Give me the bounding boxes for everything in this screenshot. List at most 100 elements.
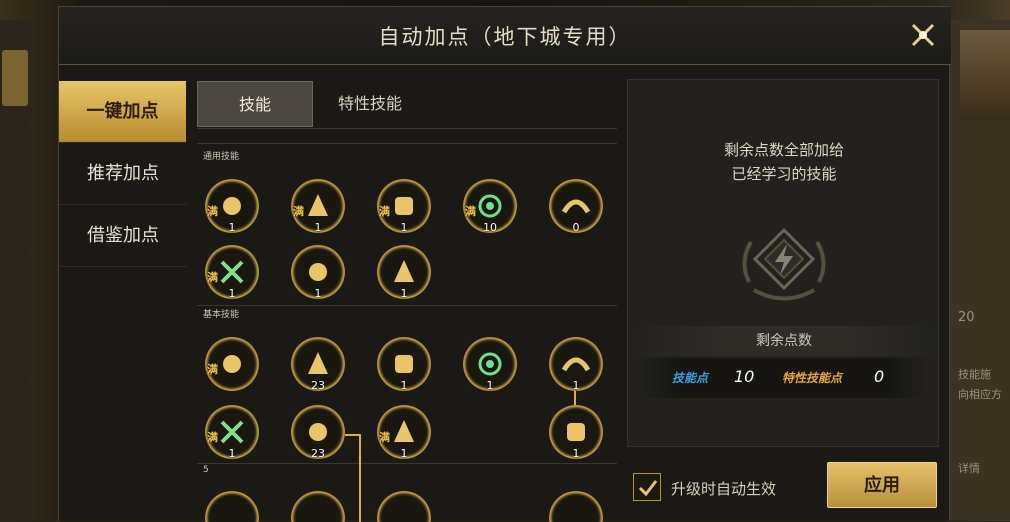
background-character-art xyxy=(960,30,1010,120)
skill-points-value: 10 xyxy=(734,367,755,386)
background-right-panel: 20 技能施 向相应方 详情 xyxy=(950,20,1010,520)
section-label-basic: 基本技能 xyxy=(203,310,240,320)
skill-link-line xyxy=(359,434,361,522)
skill-art-icon xyxy=(308,352,328,374)
skill-icon-partial[interactable] xyxy=(205,491,259,522)
panel-description-line: 剩余点数全部加给 xyxy=(723,141,844,159)
basic-skill-icon[interactable]: 1 xyxy=(549,405,603,460)
general-skill-icon[interactable]: 满1 xyxy=(377,179,431,234)
remaining-points-row: 技能点 10 特性技能点 0 xyxy=(638,358,928,398)
apply-button[interactable]: 应用 xyxy=(827,462,937,508)
nav-item-recommended[interactable]: 推荐加点 xyxy=(59,143,187,205)
basic-skill-icon[interactable]: 23 xyxy=(291,405,345,460)
general-skill-icon[interactable]: 0 xyxy=(549,179,603,234)
general-skill-icon[interactable]: 1 xyxy=(377,245,431,300)
skill-link-line xyxy=(345,434,359,436)
auto-point-dialog: 自动加点（地下城专用） 一键加点 推荐加点 借鉴加点 技能 特性技能 通用技能 … xyxy=(58,6,951,522)
panel-description-line: 已经学习的技能 xyxy=(731,165,837,183)
skill-maxed-mark: 满 xyxy=(207,363,218,376)
skill-art-icon xyxy=(395,197,413,215)
auto-apply-checkbox[interactable] xyxy=(633,473,661,501)
points-info-panel: 剩余点数全部加给 已经学习的技能 剩余点数 技能点 10 特性技能点 0 xyxy=(627,79,940,447)
section-label-general: 通用技能 xyxy=(203,152,240,162)
section-label-third: 5 xyxy=(203,465,209,475)
lightning-emblem-icon xyxy=(742,227,826,301)
nav-item-reference[interactable]: 借鉴加点 xyxy=(59,205,187,267)
general-skill-icon[interactable]: 满1 xyxy=(205,245,259,300)
skill-level: 1 xyxy=(400,287,408,300)
skill-art-icon xyxy=(395,355,413,373)
skill-art-icon xyxy=(309,263,327,281)
auto-apply-label: 升级时自动生效 xyxy=(671,480,777,498)
skill-level: 1 xyxy=(314,287,322,300)
skill-level: 23 xyxy=(311,447,325,460)
dialog-title: 自动加点（地下城专用） xyxy=(378,25,632,49)
background-text: 20 xyxy=(958,310,975,325)
skill-art-icon xyxy=(567,423,585,441)
skill-art-icon xyxy=(394,420,414,442)
basic-skill-icon[interactable]: 1 xyxy=(463,337,517,392)
skill-art-icon xyxy=(394,260,414,282)
skill-art-icon xyxy=(561,199,591,214)
tab-skills[interactable]: 技能 xyxy=(197,81,313,127)
skill-area: 技能 特性技能 通用技能 基本技能 5 满 1 满 1 满 1 满 10 0 满 1 1 1 满 23 1 1… xyxy=(197,79,617,522)
skill-icon-partial[interactable] xyxy=(549,491,603,522)
remaining-points-title: 剩余点数 xyxy=(628,326,940,356)
left-nav: 一键加点 推荐加点 借鉴加点 xyxy=(59,81,187,267)
skill-art-icon xyxy=(478,352,502,376)
skill-level: 23 xyxy=(311,379,325,392)
section-divider xyxy=(197,143,617,144)
general-skill-icon[interactable]: 1 xyxy=(291,245,345,300)
skill-level: 1 xyxy=(400,447,408,460)
skill-maxed-mark: 满 xyxy=(379,205,390,218)
background-left-panel xyxy=(0,20,30,520)
background-text: 技能施 xyxy=(958,368,991,381)
section-divider xyxy=(197,305,617,306)
skill-icon-partial[interactable] xyxy=(291,491,345,522)
background-chip xyxy=(2,50,28,106)
skill-level: 1 xyxy=(572,447,580,460)
close-button[interactable] xyxy=(903,15,943,55)
skill-level: 1 xyxy=(486,379,494,392)
skill-maxed-mark: 满 xyxy=(207,431,218,444)
skill-maxed-mark: 满 xyxy=(379,431,390,444)
general-skill-icon[interactable]: 满 10 xyxy=(463,179,517,234)
general-skill-icon[interactable]: 满1 xyxy=(205,179,259,234)
skill-art-icon xyxy=(223,355,241,373)
skill-level: 1 xyxy=(400,379,408,392)
skill-level: 1 xyxy=(314,221,322,234)
skill-art-icon xyxy=(309,423,327,441)
basic-skill-icon[interactable]: 23 xyxy=(291,337,345,392)
nav-item-one-click[interactable]: 一键加点 xyxy=(59,81,186,143)
trait-points-value: 0 xyxy=(874,367,885,386)
basic-skill-icon[interactable]: 满 xyxy=(205,337,259,391)
skill-maxed-mark: 满 xyxy=(293,205,304,218)
skill-level: 10 xyxy=(483,221,497,234)
basic-skill-icon[interactable]: 1 xyxy=(549,337,603,392)
skill-art-icon xyxy=(561,357,591,372)
background-text: 向相应方 xyxy=(958,388,1002,401)
skill-level: 1 xyxy=(228,221,236,234)
skill-icon-partial[interactable] xyxy=(377,491,431,522)
dialog-title-bar: 自动加点（地下城专用） xyxy=(59,7,951,65)
checkmark-icon xyxy=(638,480,658,497)
skill-tabs: 技能 特性技能 xyxy=(197,79,617,129)
general-skill-icon[interactable]: 满1 xyxy=(291,179,345,234)
background-text: 详情 xyxy=(958,462,980,475)
skill-points-label: 技能点 xyxy=(672,371,709,385)
skill-art-icon xyxy=(308,194,328,216)
skill-art-icon xyxy=(223,197,241,215)
basic-skill-icon[interactable]: 1 xyxy=(377,337,431,392)
basic-skill-icon[interactable]: 满1 xyxy=(377,405,431,460)
skill-level: 1 xyxy=(228,287,236,300)
skill-level: 0 xyxy=(572,221,580,234)
basic-skill-icon[interactable]: 满1 xyxy=(205,405,259,460)
skill-art-icon xyxy=(478,194,502,218)
skill-level: 1 xyxy=(572,379,580,392)
skill-art-icon xyxy=(220,420,244,444)
skill-level: 1 xyxy=(228,447,236,460)
trait-points-label: 特性技能点 xyxy=(782,371,843,385)
tab-trait-skills[interactable]: 特性技能 xyxy=(315,81,425,127)
panel-description: 剩余点数全部加给 已经学习的技能 xyxy=(628,138,940,186)
skill-maxed-mark: 满 xyxy=(207,205,218,218)
